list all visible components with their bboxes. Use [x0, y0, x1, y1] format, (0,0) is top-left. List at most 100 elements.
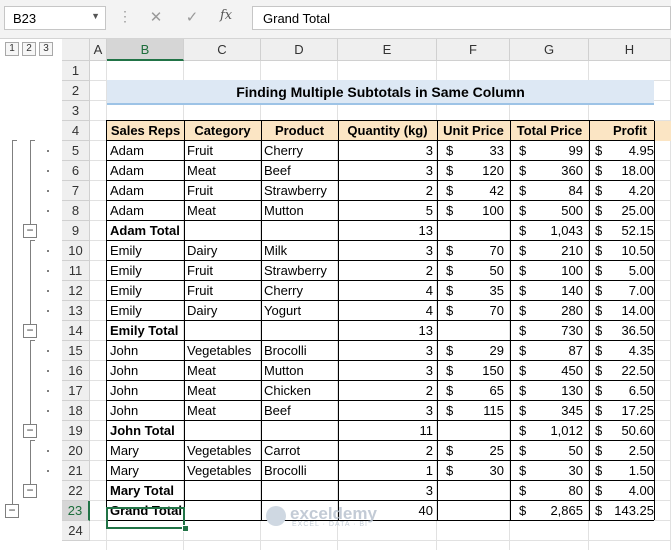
row-header-10[interactable]: 10 [62, 241, 90, 261]
outline-detail-dot[interactable] [47, 250, 49, 252]
product-cell[interactable]: Milk [264, 241, 337, 261]
quantity-cell[interactable]: 4 [338, 281, 433, 301]
total-price-cell[interactable]: 730 [510, 321, 583, 341]
category-cell[interactable]: Fruit [187, 261, 260, 281]
product-cell[interactable]: Strawberry [264, 181, 337, 201]
quantity-cell[interactable]: 3 [338, 241, 433, 261]
total-price-cell[interactable]: 87 [510, 341, 583, 361]
unit-price-cell[interactable]: 150 [437, 361, 504, 381]
profit-cell[interactable]: 7.00 [589, 281, 654, 301]
table-header-cell[interactable]: Quantity (kg) [338, 121, 437, 141]
quantity-cell[interactable]: 13 [338, 221, 433, 241]
profit-cell[interactable]: 4.95 [589, 141, 654, 161]
outline-detail-dot[interactable] [47, 290, 49, 292]
total-price-cell[interactable]: 80 [510, 481, 583, 501]
product-cell[interactable]: Yogurt [264, 301, 337, 321]
quantity-cell[interactable]: 11 [338, 421, 434, 441]
category-cell[interactable]: Vegetables [187, 341, 260, 361]
product-cell[interactable]: Cherry [264, 281, 337, 301]
unit-price-cell[interactable] [437, 421, 504, 441]
column-header-f[interactable]: F [437, 39, 510, 61]
quantity-cell[interactable]: 2 [338, 181, 433, 201]
total-price-cell[interactable]: 345 [510, 401, 583, 421]
outline-detail-dot[interactable] [47, 350, 49, 352]
cancel-icon[interactable]: ✕ [146, 8, 166, 28]
product-cell[interactable]: Carrot [264, 441, 337, 461]
product-cell[interactable]: Cherry [264, 141, 337, 161]
profit-cell[interactable]: 10.50 [589, 241, 654, 261]
product-cell[interactable]: Beef [264, 401, 337, 421]
category-cell[interactable]: Fruit [187, 281, 260, 301]
unit-price-cell[interactable]: 33 [437, 141, 504, 161]
row-header-19[interactable]: 19 [62, 421, 90, 441]
fill-handle[interactable] [182, 525, 189, 532]
row-header-20[interactable]: 20 [62, 441, 90, 461]
total-price-cell[interactable]: 1,012 [510, 421, 583, 441]
product-cell[interactable] [264, 221, 337, 241]
table-header-cell[interactable]: Product [261, 121, 338, 141]
row-header-11[interactable]: 11 [62, 261, 90, 281]
row-header-1[interactable]: 1 [62, 61, 90, 81]
profit-cell[interactable]: 4.00 [589, 481, 654, 501]
unit-price-cell[interactable]: 115 [437, 401, 504, 421]
profit-cell[interactable]: 22.50 [589, 361, 654, 381]
quantity-cell[interactable]: 13 [338, 321, 433, 341]
table-header-cell[interactable]: Category [184, 121, 261, 141]
product-cell[interactable] [264, 321, 337, 341]
formula-input[interactable]: Grand Total [252, 6, 671, 30]
row-header-6[interactable]: 6 [62, 161, 90, 181]
product-cell[interactable] [264, 421, 337, 441]
category-cell[interactable] [187, 501, 260, 521]
category-cell[interactable] [187, 321, 260, 341]
category-cell[interactable]: Meat [187, 161, 260, 181]
category-cell[interactable]: Dairy [187, 301, 260, 321]
total-price-cell[interactable]: 1,043 [510, 221, 583, 241]
row-header-8[interactable]: 8 [62, 201, 90, 221]
unit-price-cell[interactable]: 120 [437, 161, 504, 181]
product-cell[interactable] [264, 481, 337, 501]
unit-price-cell[interactable]: 30 [437, 461, 504, 481]
product-cell[interactable]: Mutton [264, 201, 337, 221]
quantity-cell[interactable]: 2 [338, 441, 433, 461]
collapse-group-button[interactable]: − [23, 484, 37, 498]
outline-detail-dot[interactable] [47, 210, 49, 212]
unit-price-cell[interactable]: 35 [437, 281, 504, 301]
select-all-corner[interactable] [62, 39, 90, 61]
outline-detail-dot[interactable] [47, 370, 49, 372]
collapse-group-button[interactable]: − [5, 504, 19, 518]
category-cell[interactable] [187, 481, 260, 501]
product-cell[interactable]: Chicken [264, 381, 337, 401]
outline-level-2-button[interactable]: 2 [22, 42, 36, 56]
unit-price-cell[interactable] [437, 481, 504, 501]
profit-cell[interactable]: 52.15 [589, 221, 654, 241]
column-header-h[interactable]: H [589, 39, 671, 61]
row-header-24[interactable]: 24 [62, 521, 90, 541]
collapse-group-button[interactable]: − [23, 224, 37, 238]
total-price-cell[interactable]: 50 [510, 441, 583, 461]
total-price-cell[interactable]: 360 [510, 161, 583, 181]
outline-detail-dot[interactable] [47, 270, 49, 272]
row-header-15[interactable]: 15 [62, 341, 90, 361]
column-header-e[interactable]: E [338, 39, 437, 61]
outline-level-1-button[interactable]: 1 [5, 42, 19, 56]
collapse-group-button[interactable]: − [23, 324, 37, 338]
quantity-cell[interactable]: 3 [338, 361, 433, 381]
category-cell[interactable]: Vegetables [187, 441, 260, 461]
total-price-cell[interactable]: 84 [510, 181, 583, 201]
quantity-cell[interactable]: 3 [338, 341, 433, 361]
name-box[interactable]: B23 ▼ [4, 6, 106, 30]
product-cell[interactable]: Beef [264, 161, 337, 181]
table-header-cell[interactable]: Profit [589, 121, 671, 141]
profit-cell[interactable]: 4.35 [589, 341, 654, 361]
total-price-cell[interactable]: 130 [510, 381, 583, 401]
row-header-17[interactable]: 17 [62, 381, 90, 401]
table-header-cell[interactable]: Total Price [510, 121, 589, 141]
quantity-cell[interactable]: 3 [338, 481, 433, 501]
drag-handle-icon[interactable]: ⋮ [118, 9, 132, 23]
quantity-cell[interactable]: 3 [338, 141, 433, 161]
quantity-cell[interactable]: 3 [338, 401, 433, 421]
column-header-b[interactable]: B [107, 39, 184, 61]
row-header-5[interactable]: 5 [62, 141, 90, 161]
total-price-cell[interactable]: 30 [510, 461, 583, 481]
row-header-4[interactable]: 4 [62, 121, 90, 141]
